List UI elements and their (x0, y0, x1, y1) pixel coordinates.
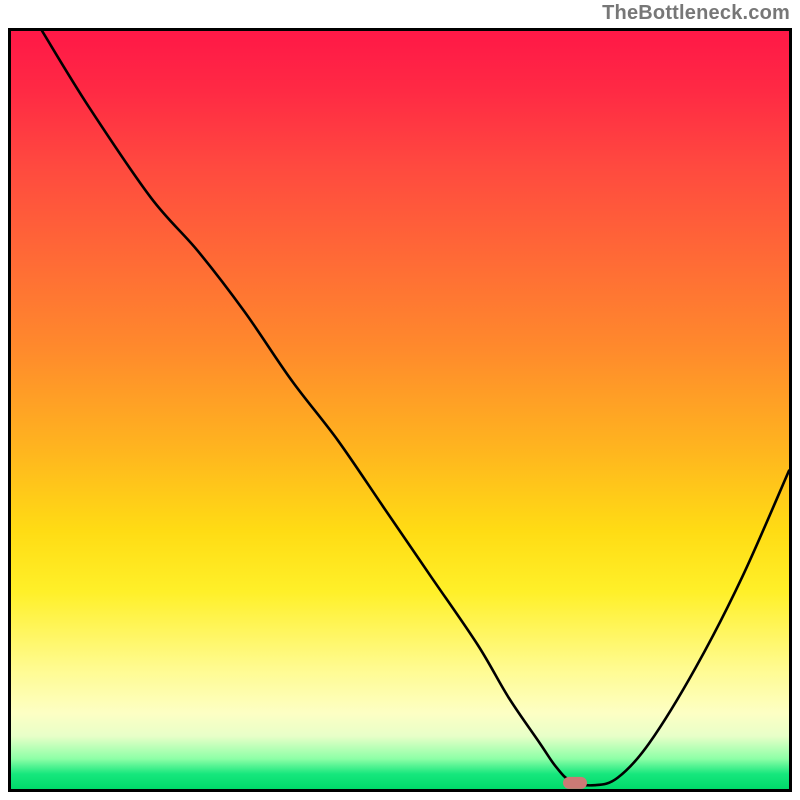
attribution-text: TheBottleneck.com (602, 2, 790, 25)
bottleneck-curve (11, 31, 789, 789)
minimum-marker (563, 777, 587, 789)
chart-container: TheBottleneck.com (0, 0, 800, 800)
chart-frame (8, 28, 792, 792)
